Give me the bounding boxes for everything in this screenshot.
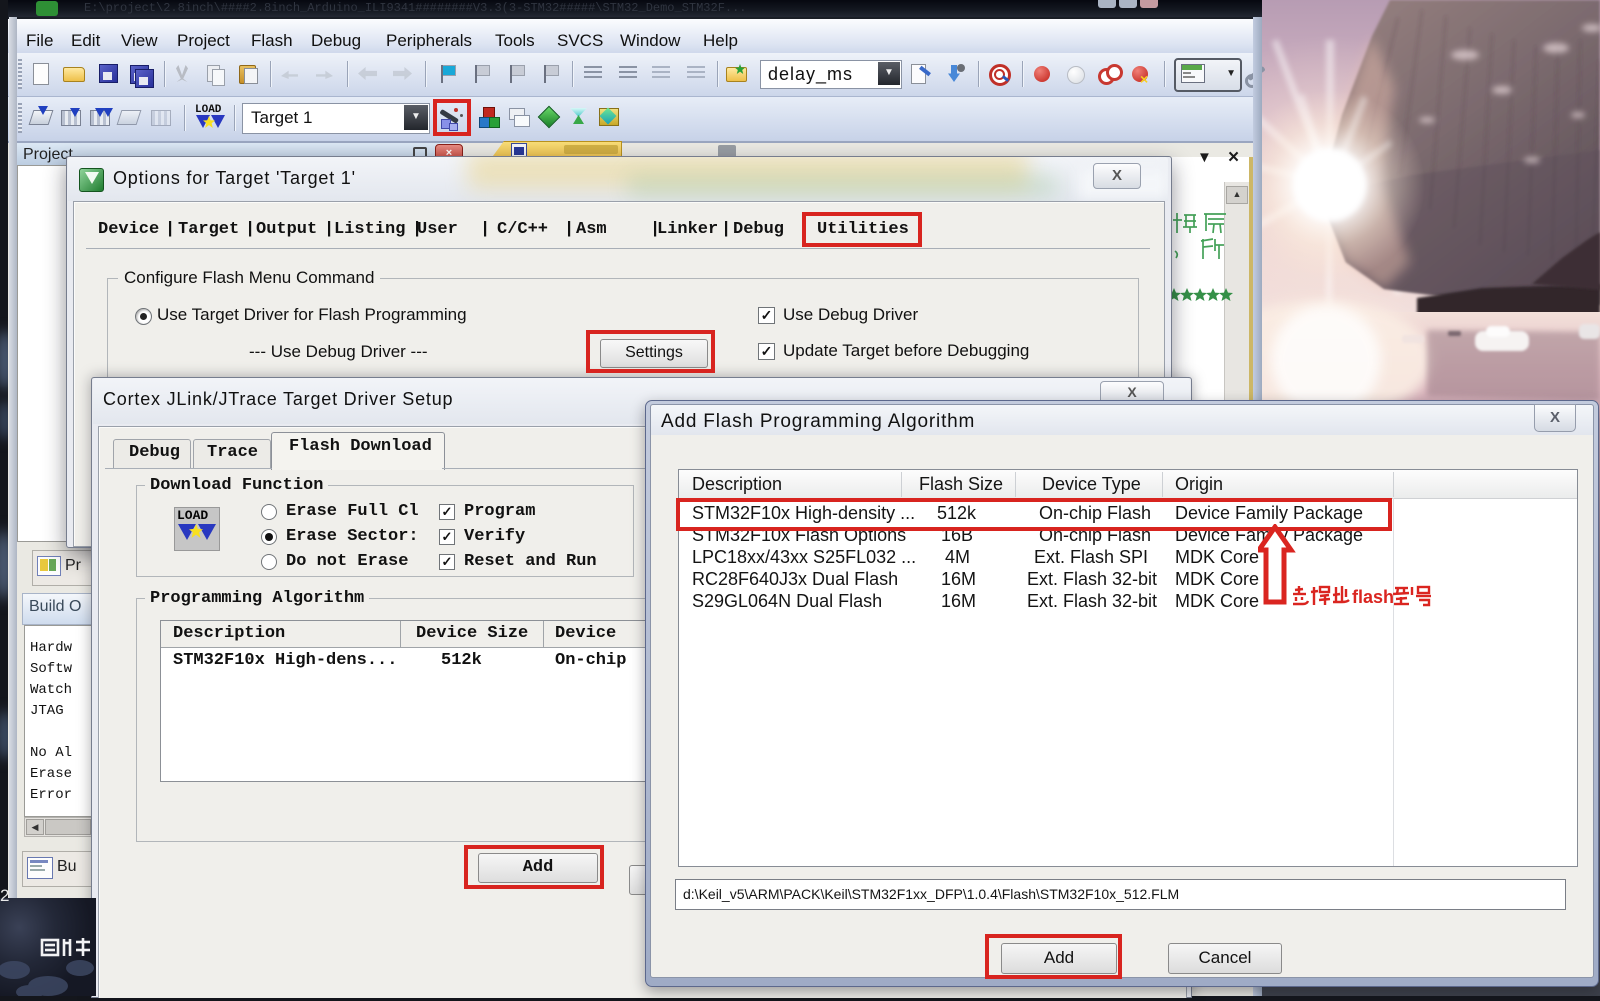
svg-text:flash: flash [1352,587,1394,607]
